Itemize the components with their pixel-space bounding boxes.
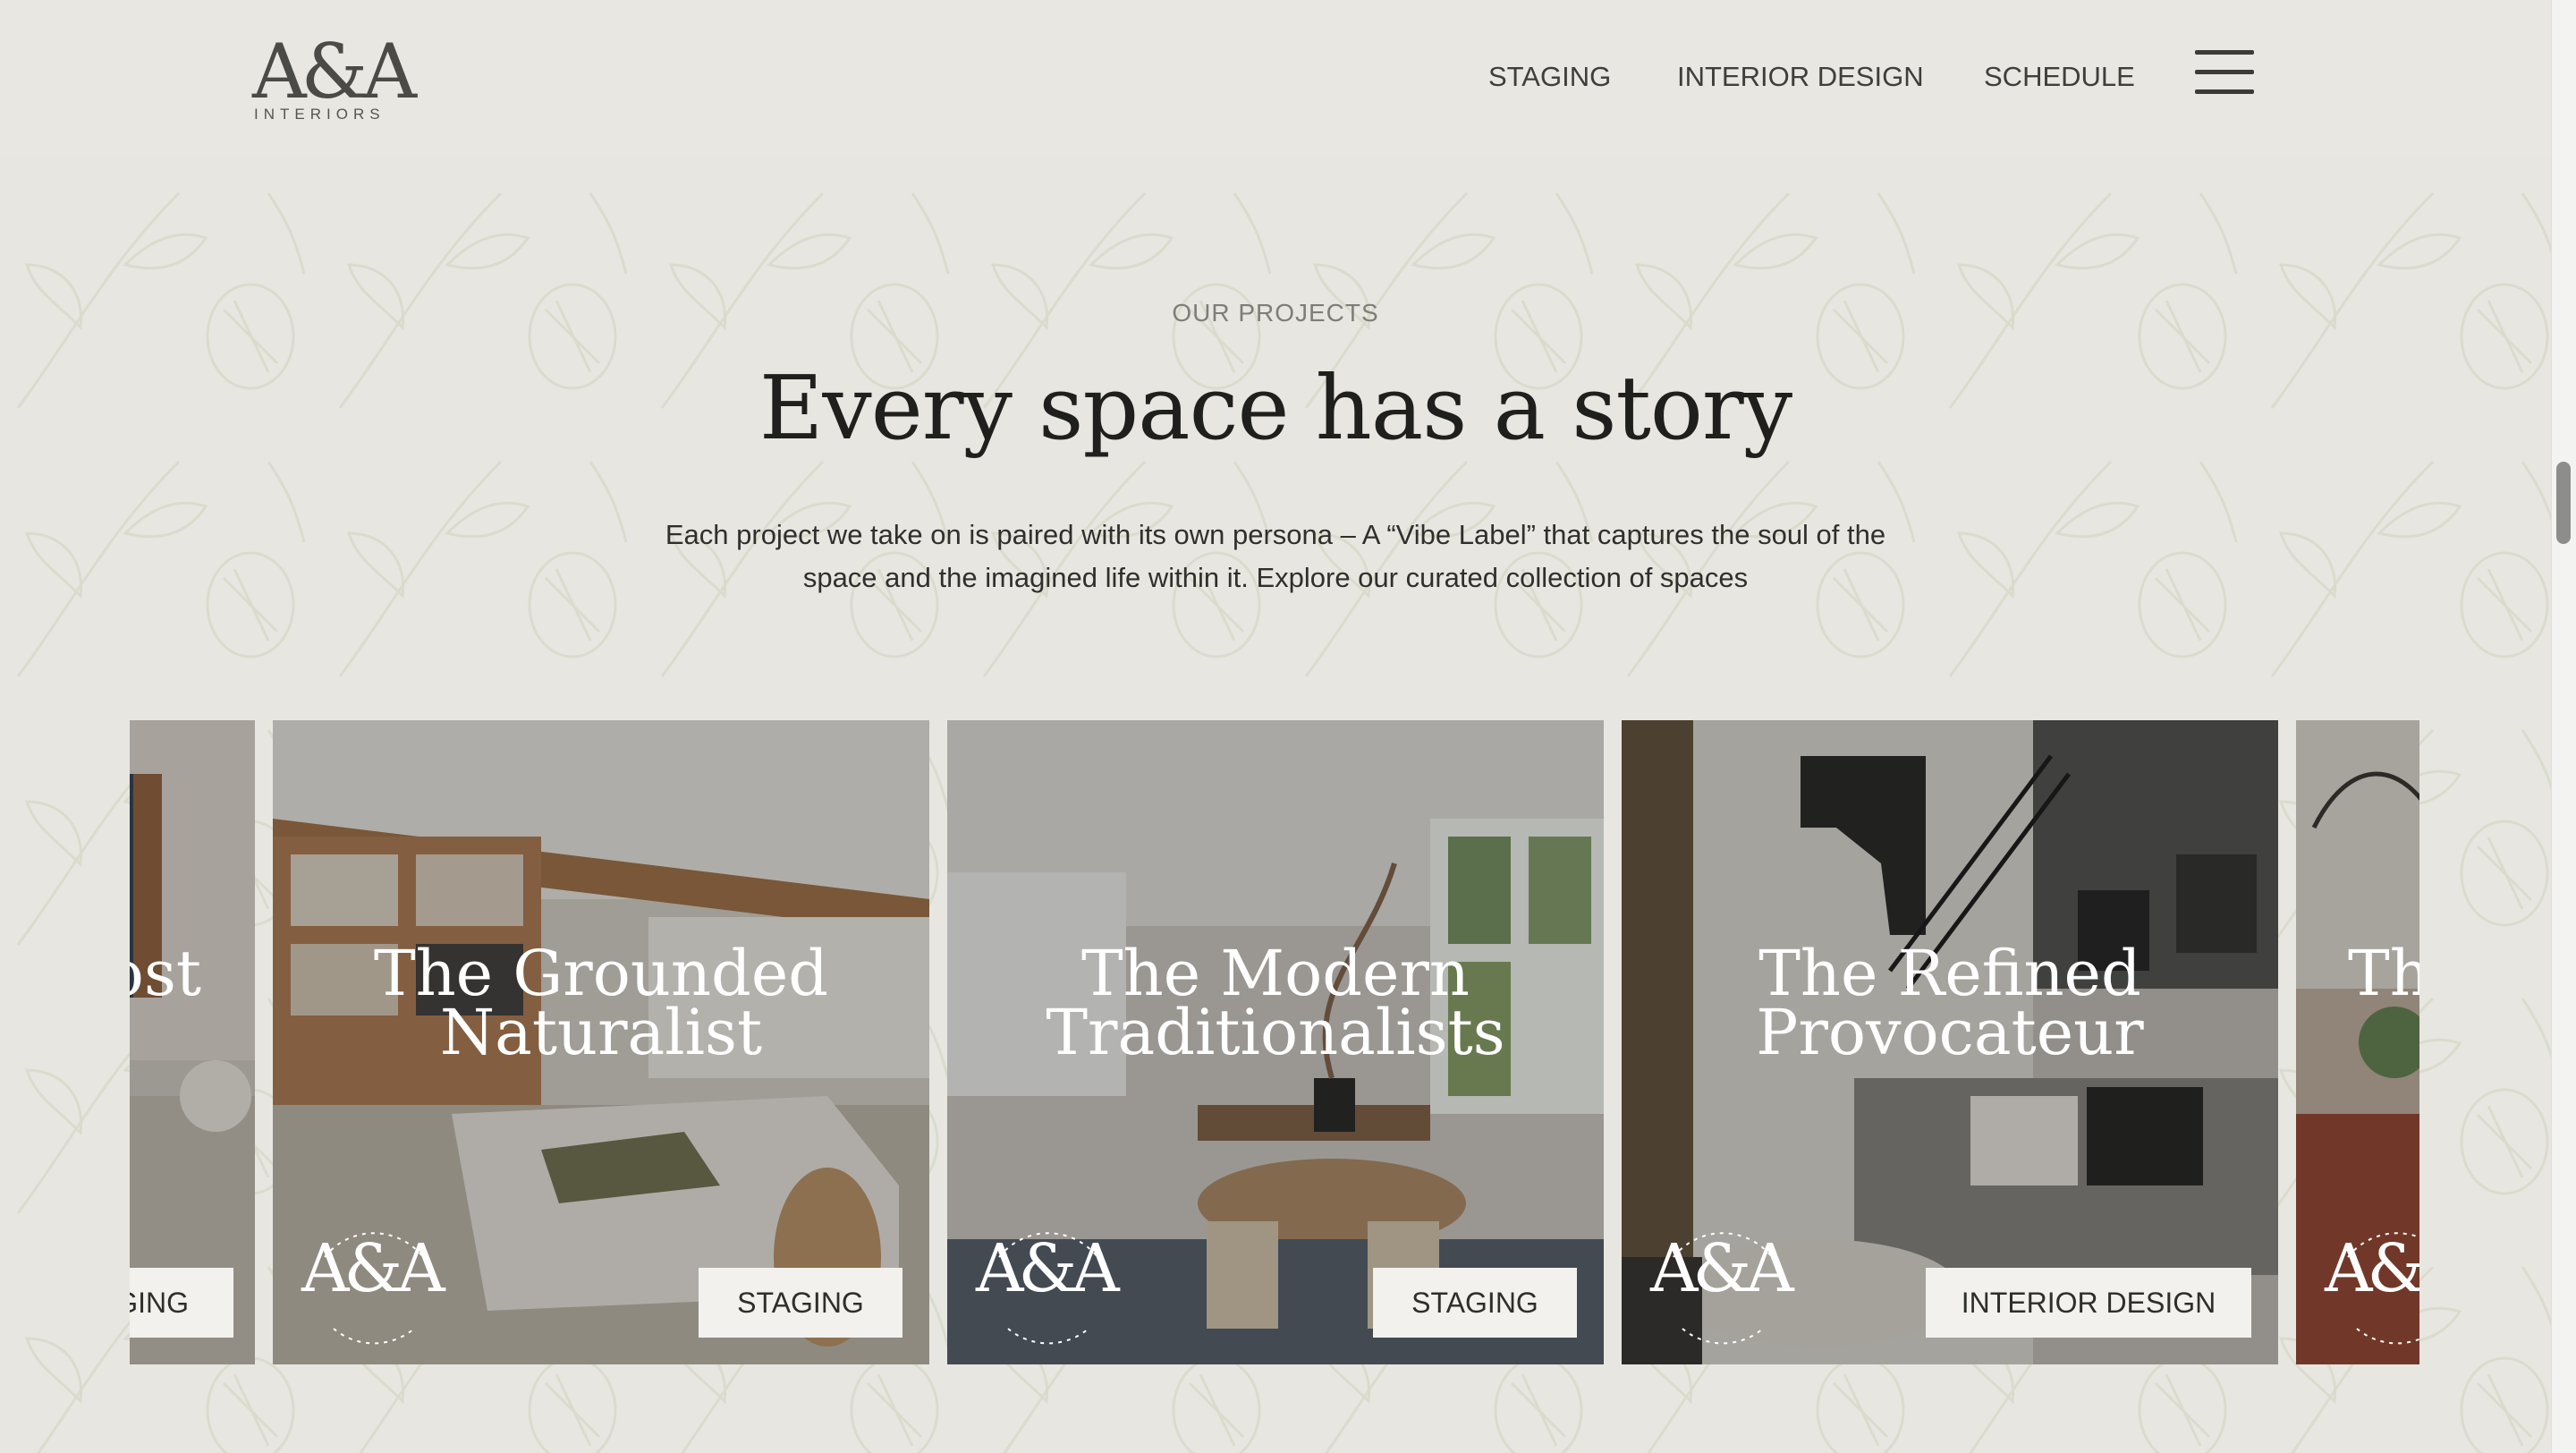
nav-link-schedule[interactable]: SCHEDULE — [1984, 61, 2135, 93]
section-description: Each project we take on is paired with i… — [665, 519, 1886, 593]
page-scrollbar-thumb[interactable] — [2556, 462, 2571, 544]
project-card[interactable]: ost GING — [130, 720, 255, 1364]
alder-ash-badge: A&A — [972, 1203, 1124, 1355]
project-title: The Grounded Naturalist — [373, 937, 829, 1069]
project-title: The Modern Traditionalists — [1046, 937, 1505, 1069]
project-card-refined-provocateur[interactable]: The Refined Provocateur A&A INTERIOR DES… — [1622, 720, 2278, 1364]
section-headline: Every space has a story — [758, 358, 1792, 460]
project-tag-staging[interactable]: STAGING — [1373, 1268, 1577, 1338]
site-logo[interactable]: A&A INTERIORS — [252, 28, 417, 123]
project-card-grounded-naturalist[interactable]: The Grounded Naturalist A&A STAGING — [273, 720, 929, 1364]
alder-ash-badge: A&A — [2321, 1203, 2419, 1355]
project-title: ost — [130, 937, 201, 1010]
project-title: The Refined Provocateur — [1756, 937, 2144, 1069]
logo-subtitle: INTERIORS — [254, 106, 386, 123]
nav-link-staging[interactable]: STAGING — [1488, 61, 1611, 93]
nav-link-interior-design[interactable]: INTERIOR DESIGN — [1677, 61, 1924, 93]
page-scrollbar-track[interactable] — [2551, 0, 2576, 1453]
project-tag[interactable]: GING — [130, 1268, 233, 1338]
section-eyebrow: OUR PROJECTS — [1172, 299, 1379, 327]
site-header: A&A INTERIORS STAGING INTERIOR DESIGN SC… — [0, 0, 2551, 157]
project-tag-staging[interactable]: STAGING — [699, 1268, 902, 1338]
hamburger-menu-icon[interactable] — [2195, 50, 2254, 95]
project-title: Th — [2348, 937, 2419, 1010]
alder-ash-badge: A&A — [298, 1203, 450, 1355]
project-card-modern-traditionalists[interactable]: The Modern Traditionalists A&A STAGING — [947, 720, 1604, 1364]
alder-ash-badge: A&A — [1647, 1203, 1799, 1355]
project-tag-interior-design[interactable]: INTERIOR DESIGN — [1926, 1268, 2251, 1338]
logo-mark: A&A — [252, 28, 417, 115]
projects-carousel[interactable]: ost GING The Grounded Naturalist — [130, 720, 2419, 1364]
project-card[interactable]: Th A&A — [2296, 720, 2419, 1364]
